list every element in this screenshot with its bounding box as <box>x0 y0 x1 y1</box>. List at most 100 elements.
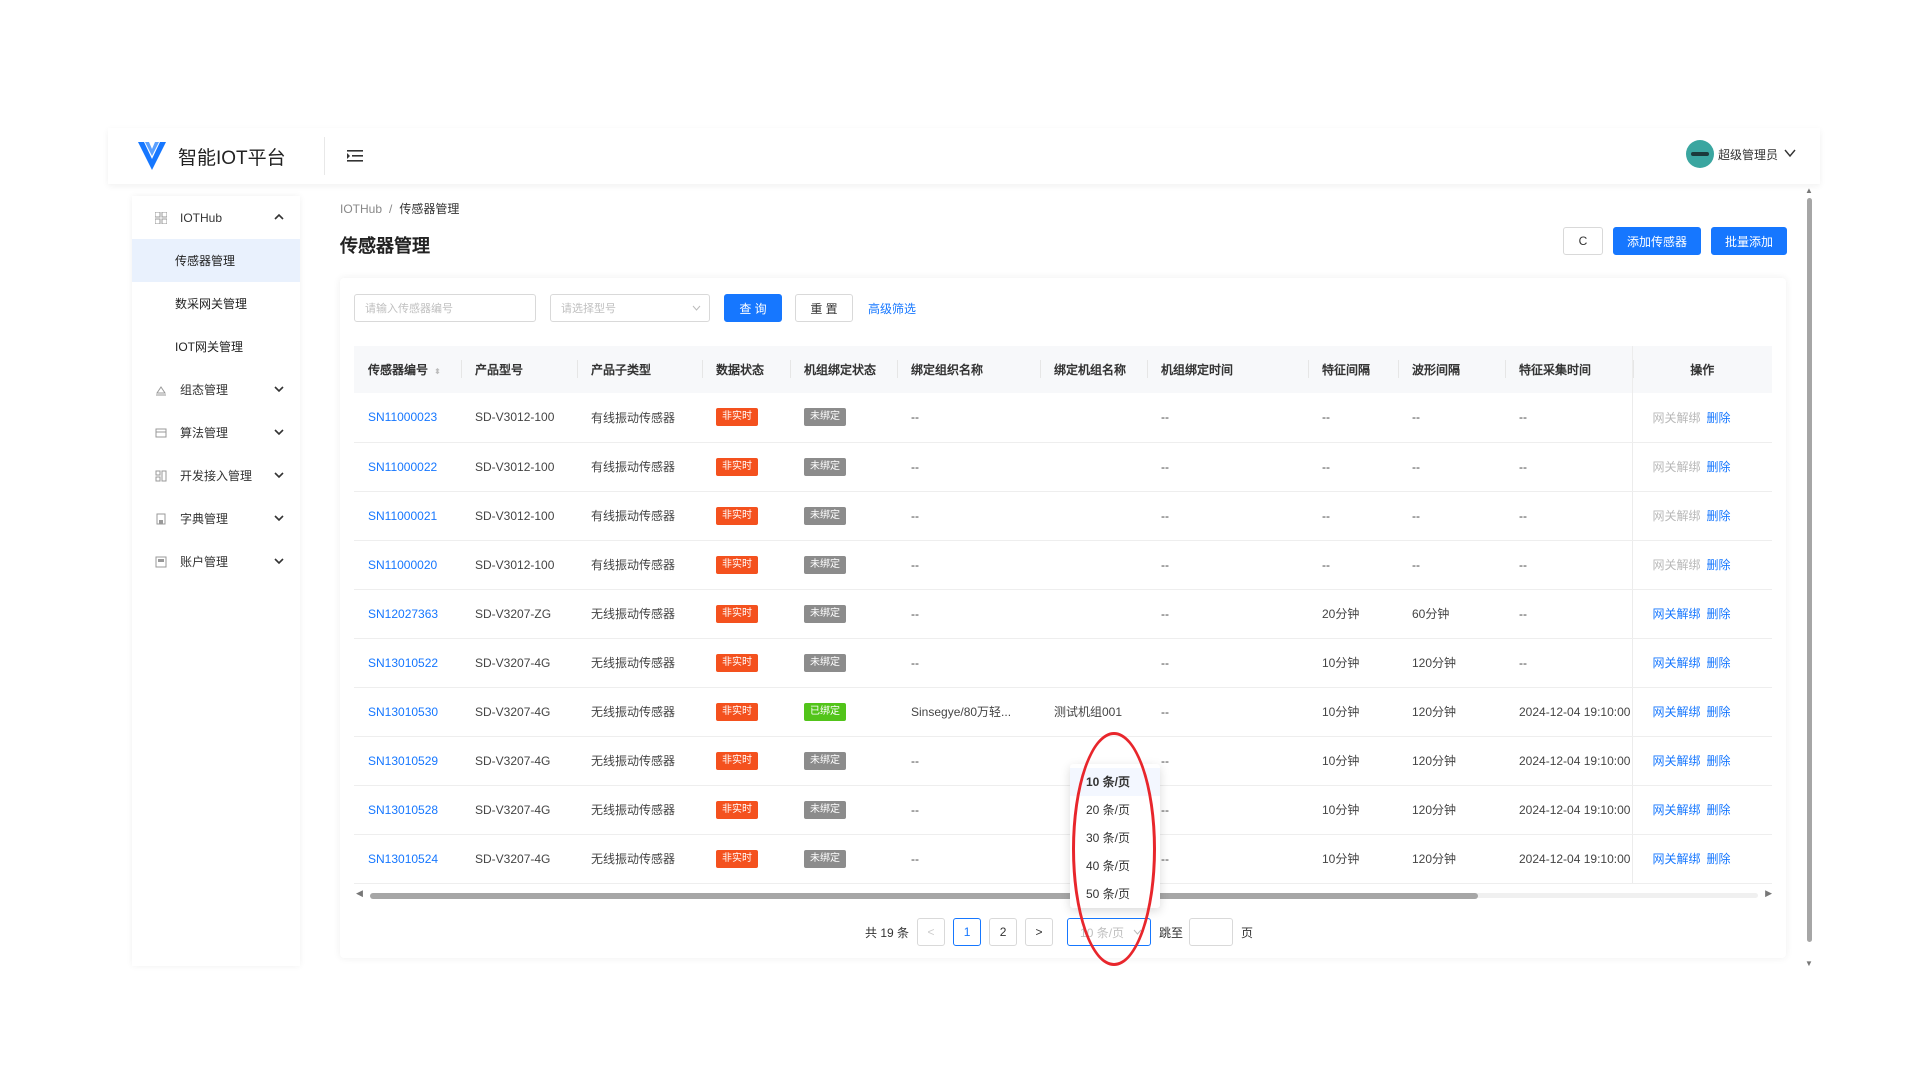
unbind-gateway-link[interactable]: 网关解绑 <box>1653 852 1701 866</box>
col-header: 产品型号 <box>461 346 577 393</box>
sidebar-item-dev-access[interactable]: 开发接入管理 <box>132 454 300 497</box>
page-size-option[interactable]: 10 条/页 <box>1070 768 1160 796</box>
sidebar-item-config[interactable]: 组态管理 <box>132 368 300 411</box>
scroll-thumb[interactable] <box>370 893 1478 899</box>
table-row: SN11000020 SD-V3012-100 有线振动传感器 非实时 未绑定 -- -- -… <box>354 540 1772 590</box>
scroll-thumb[interactable] <box>1807 198 1812 942</box>
sort-icon[interactable]: ⬍ <box>434 367 441 376</box>
cell-bind: 未绑定 <box>790 785 897 835</box>
page-size-option[interactable]: 50 条/页 <box>1070 880 1160 908</box>
bind-status-tag: 未绑定 <box>804 800 846 819</box>
sidebar-item-gateway[interactable]: 数采网关管理 <box>132 282 300 325</box>
col-header: 数据状态 <box>702 346 790 393</box>
reset-button[interactable]: 重 置 <box>795 294 853 322</box>
prev-page-button[interactable]: < <box>917 918 946 946</box>
add-sensor-button[interactable]: 添加传感器 <box>1612 227 1701 255</box>
sidebar-item-iothub[interactable]: IOTHub <box>132 196 300 239</box>
cell-sn[interactable]: SN11000021 <box>354 491 461 541</box>
unbind-gateway-link[interactable]: 网关解绑 <box>1653 705 1701 719</box>
cell-ops: 网关解绑 删除 <box>1631 638 1772 688</box>
unbind-gateway-link[interactable]: 网关解绑 <box>1653 460 1701 474</box>
page-1-button[interactable]: 1 <box>953 918 982 946</box>
delete-link[interactable]: 删除 <box>1707 705 1731 719</box>
sensor-sn-input[interactable]: 请输入传感器编号 <box>354 294 536 322</box>
chevron-down-icon <box>692 302 701 314</box>
cell-ops: 网关解绑 删除 <box>1631 785 1772 835</box>
next-page-button[interactable]: > <box>1025 918 1054 946</box>
scroll-up-icon[interactable]: ▲ <box>1805 186 1813 195</box>
page-size-option[interactable]: 40 条/页 <box>1070 852 1160 880</box>
cell-ops: 网关解绑 删除 <box>1631 491 1772 541</box>
cell-data: 非实时 <box>702 442 790 492</box>
cell-data: 非实时 <box>702 638 790 688</box>
user-menu[interactable]: 超级管理员 <box>1685 140 1796 168</box>
sidebar-item-iot-gateway[interactable]: IOT网关管理 <box>132 325 300 368</box>
content-panel: 请输入传感器编号 请选择型号 查 询 重 置 高级筛选 传感器编号 ⬍ 产品型号… <box>340 278 1786 958</box>
scroll-down-icon[interactable]: ▼ <box>1805 959 1813 968</box>
delete-link[interactable]: 删除 <box>1707 803 1731 817</box>
chevron-down-icon <box>274 513 284 525</box>
cell-collect: -- <box>1505 442 1632 492</box>
delete-link[interactable]: 删除 <box>1707 656 1731 670</box>
account-icon <box>155 556 167 568</box>
cell-collect: 2024-12-04 19:10:00 <box>1505 687 1632 737</box>
model-select[interactable]: 请选择型号 <box>550 294 710 322</box>
cell-subtype: 有线振动传感器 <box>577 393 702 443</box>
delete-link[interactable]: 删除 <box>1707 558 1731 572</box>
unbind-gateway-link[interactable]: 网关解绑 <box>1653 509 1701 523</box>
cell-sn[interactable]: SN13010522 <box>354 638 461 688</box>
delete-link[interactable]: 删除 <box>1707 460 1731 474</box>
scroll-left-icon[interactable]: ◀ <box>356 888 363 899</box>
unbind-gateway-link[interactable]: 网关解绑 <box>1653 754 1701 768</box>
vertical-scrollbar[interactable]: ▲ ▼ <box>1804 186 1814 968</box>
jump-page-input[interactable] <box>1189 918 1234 946</box>
cell-sn[interactable]: SN11000020 <box>354 540 461 590</box>
unbind-gateway-link[interactable]: 网关解绑 <box>1653 411 1701 425</box>
sidebar-item-dictionary[interactable]: 字典管理 <box>132 497 300 540</box>
page-actions: C 添加传感器 批量添加 <box>1562 227 1787 255</box>
horizontal-scrollbar[interactable]: ◀ ▶ <box>356 888 1772 900</box>
cell-sn[interactable]: SN11000022 <box>354 442 461 492</box>
unbind-gateway-link[interactable]: 网关解绑 <box>1653 558 1701 572</box>
query-button[interactable]: 查 询 <box>724 294 782 322</box>
logo[interactable]: 智能IOT平台 <box>136 139 324 173</box>
cell-sn[interactable]: SN11000023 <box>354 393 461 443</box>
col-header[interactable]: 传感器编号 ⬍ <box>354 346 461 393</box>
bind-status-tag: 未绑定 <box>804 457 846 476</box>
cell-bind-time: -- <box>1147 834 1308 884</box>
delete-link[interactable]: 删除 <box>1707 411 1731 425</box>
delete-link[interactable]: 删除 <box>1707 852 1731 866</box>
unbind-gateway-link[interactable]: 网关解绑 <box>1653 607 1701 621</box>
scroll-right-icon[interactable]: ▶ <box>1765 888 1772 899</box>
sidebar-item-algorithm[interactable]: 算法管理 <box>132 411 300 454</box>
cell-feat: -- <box>1308 442 1398 492</box>
cell-sn[interactable]: SN13010530 <box>354 687 461 737</box>
cell-sn[interactable]: SN12027363 <box>354 589 461 639</box>
batch-add-button[interactable]: 批量添加 <box>1710 227 1787 255</box>
page-2-button[interactable]: 2 <box>989 918 1018 946</box>
page-size-select[interactable]: 10 条/页 <box>1067 918 1152 946</box>
delete-link[interactable]: 删除 <box>1707 509 1731 523</box>
cell-sn[interactable]: SN13010529 <box>354 736 461 786</box>
unbind-gateway-link[interactable]: 网关解绑 <box>1653 803 1701 817</box>
cell-sn[interactable]: SN13010528 <box>354 785 461 835</box>
cell-collect: -- <box>1505 589 1632 639</box>
cell-data: 非实时 <box>702 540 790 590</box>
refresh-button[interactable]: C <box>1562 227 1603 255</box>
page-size-option[interactable]: 30 条/页 <box>1070 824 1160 852</box>
col-header: 绑定机组名称 <box>1040 346 1147 393</box>
delete-link[interactable]: 删除 <box>1707 754 1731 768</box>
page-size-option[interactable]: 20 条/页 <box>1070 796 1160 824</box>
sidebar-item-sensor[interactable]: 传感器管理 <box>132 239 300 282</box>
cell-sn[interactable]: SN13010524 <box>354 834 461 884</box>
unbind-gateway-link[interactable]: 网关解绑 <box>1653 656 1701 670</box>
table-row: SN13010530 SD-V3207-4G 无线振动传感器 非实时 已绑定 Sinseg… <box>354 687 1772 737</box>
sidebar-item-account[interactable]: 账户管理 <box>132 540 300 583</box>
menu-toggle-icon[interactable] <box>345 146 365 166</box>
cell-bind: 未绑定 <box>790 589 897 639</box>
advanced-filter-link[interactable]: 高级筛选 <box>868 300 916 317</box>
cell-ops: 网关解绑 删除 <box>1631 589 1772 639</box>
delete-link[interactable]: 删除 <box>1707 607 1731 621</box>
breadcrumb-root[interactable]: IOTHub <box>340 202 382 216</box>
chevron-down-icon <box>274 384 284 396</box>
